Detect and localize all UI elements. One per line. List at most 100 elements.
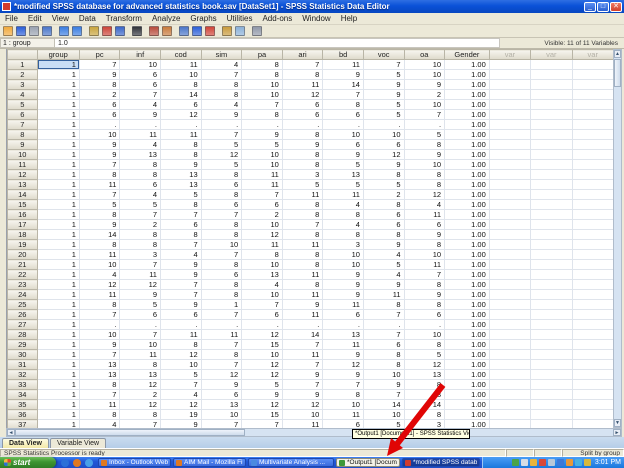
column-header-pc[interactable]: pc bbox=[79, 50, 120, 60]
cell-empty[interactable] bbox=[489, 400, 530, 410]
cell[interactable]: . bbox=[282, 320, 323, 330]
row-header[interactable]: 5 bbox=[8, 100, 38, 110]
cell[interactable]: 9 bbox=[242, 130, 283, 140]
cell[interactable]: 9 bbox=[79, 140, 120, 150]
cell[interactable]: 8 bbox=[363, 300, 404, 310]
column-header-oa[interactable]: oa bbox=[404, 50, 445, 60]
cell[interactable]: 1.00 bbox=[445, 360, 490, 370]
row-header[interactable]: 18 bbox=[8, 230, 38, 240]
cell[interactable]: 13 bbox=[404, 370, 445, 380]
cell[interactable]: 1 bbox=[37, 380, 79, 390]
tray-icon[interactable] bbox=[512, 459, 519, 466]
cell[interactable]: 7 bbox=[242, 300, 283, 310]
cell[interactable]: 1 bbox=[37, 190, 79, 200]
row-header[interactable]: 36 bbox=[8, 410, 38, 420]
cell-empty[interactable] bbox=[572, 340, 614, 350]
cell-empty[interactable] bbox=[489, 350, 530, 360]
cell-empty[interactable] bbox=[572, 200, 614, 210]
cell[interactable]: 7 bbox=[160, 240, 201, 250]
cell[interactable]: 9 bbox=[160, 160, 201, 170]
cell[interactable]: 6 bbox=[404, 310, 445, 320]
cell[interactable]: 11 bbox=[282, 420, 323, 429]
cell[interactable]: 6 bbox=[201, 200, 242, 210]
cell[interactable]: 8 bbox=[201, 230, 242, 240]
tray-icon[interactable] bbox=[566, 459, 573, 466]
cell[interactable]: 15 bbox=[242, 340, 283, 350]
cell[interactable]: 6 bbox=[242, 200, 283, 210]
cell[interactable]: 1.00 bbox=[445, 130, 490, 140]
cell[interactable]: 9 bbox=[323, 280, 364, 290]
cell[interactable]: 8 bbox=[201, 190, 242, 200]
cell[interactable]: 4 bbox=[160, 390, 201, 400]
cell[interactable]: 9 bbox=[323, 270, 364, 280]
cell[interactable]: 11 bbox=[120, 130, 161, 140]
column-header-bd[interactable]: bd bbox=[323, 50, 364, 60]
cell[interactable]: 6 bbox=[363, 140, 404, 150]
row-header[interactable]: 27 bbox=[8, 320, 38, 330]
cell[interactable]: 1 bbox=[37, 400, 79, 410]
cell[interactable]: 1.00 bbox=[445, 420, 490, 429]
cell[interactable]: 1.00 bbox=[445, 300, 490, 310]
cell[interactable]: 7 bbox=[120, 210, 161, 220]
cell[interactable]: 11 bbox=[323, 190, 364, 200]
cell[interactable]: 12 bbox=[242, 330, 283, 340]
cell[interactable]: 1.00 bbox=[445, 330, 490, 340]
cell[interactable]: 1 bbox=[37, 130, 79, 140]
cell[interactable]: 6 bbox=[120, 310, 161, 320]
cell[interactable]: 5 bbox=[363, 70, 404, 80]
cell[interactable]: 4 bbox=[201, 60, 242, 70]
cell[interactable]: 9 bbox=[404, 290, 445, 300]
cell[interactable]: 7 bbox=[363, 60, 404, 70]
cell[interactable]: 1 bbox=[37, 350, 79, 360]
cell[interactable]: 11 bbox=[120, 350, 161, 360]
cell[interactable]: 14 bbox=[404, 400, 445, 410]
cell[interactable]: 6 bbox=[323, 140, 364, 150]
cell[interactable]: 9 bbox=[404, 80, 445, 90]
cell[interactable]: 2 bbox=[363, 190, 404, 200]
cell-empty[interactable] bbox=[531, 110, 572, 120]
cell[interactable]: 1 bbox=[37, 200, 79, 210]
cell[interactable]: 4 bbox=[323, 220, 364, 230]
cell[interactable]: 4 bbox=[120, 100, 161, 110]
cell[interactable]: 9 bbox=[282, 370, 323, 380]
cell[interactable]: 5 bbox=[404, 350, 445, 360]
cell-empty[interactable] bbox=[489, 120, 530, 130]
cell[interactable]: 1 bbox=[37, 410, 79, 420]
column-header-sim[interactable]: sim bbox=[201, 50, 242, 60]
cell-empty[interactable] bbox=[531, 220, 572, 230]
taskbar-button[interactable]: Inbox - Outlook Web ... bbox=[98, 458, 171, 467]
cell[interactable]: 11 bbox=[282, 190, 323, 200]
scroll-left-icon[interactable]: ◄ bbox=[7, 429, 15, 436]
cell[interactable]: 8 bbox=[79, 410, 120, 420]
cell[interactable]: 12 bbox=[282, 400, 323, 410]
cell-empty[interactable] bbox=[489, 160, 530, 170]
cell[interactable]: 11 bbox=[160, 60, 201, 70]
cell[interactable]: . bbox=[79, 320, 120, 330]
cell[interactable]: 5 bbox=[160, 370, 201, 380]
cell[interactable]: 1.00 bbox=[445, 270, 490, 280]
cell[interactable]: 1 bbox=[37, 90, 79, 100]
cell[interactable]: 5 bbox=[79, 200, 120, 210]
cell[interactable]: 10 bbox=[323, 130, 364, 140]
cell[interactable]: 2 bbox=[404, 90, 445, 100]
cell[interactable]: 8 bbox=[363, 350, 404, 360]
cell[interactable]: 11 bbox=[323, 340, 364, 350]
corner-cell[interactable] bbox=[8, 50, 38, 60]
menu-item-edit[interactable]: Edit bbox=[23, 14, 47, 23]
cell[interactable]: 10 bbox=[201, 410, 242, 420]
cell[interactable]: 11 bbox=[404, 210, 445, 220]
menu-item-analyze[interactable]: Analyze bbox=[147, 14, 185, 23]
cell[interactable]: 7 bbox=[79, 60, 120, 70]
cell[interactable]: 12 bbox=[120, 380, 161, 390]
cell[interactable]: 7 bbox=[201, 420, 242, 429]
row-header[interactable]: 17 bbox=[8, 220, 38, 230]
cell-empty[interactable] bbox=[489, 330, 530, 340]
cell[interactable]: 7 bbox=[120, 260, 161, 270]
cell[interactable]: 8 bbox=[323, 100, 364, 110]
cell[interactable]: 5 bbox=[363, 100, 404, 110]
cell[interactable]: 1 bbox=[37, 300, 79, 310]
taskbar-button[interactable]: AIM Mail - Mozilla Fire... bbox=[173, 458, 246, 467]
cell[interactable]: 3 bbox=[282, 170, 323, 180]
cell-empty[interactable] bbox=[572, 250, 614, 260]
taskbar-button[interactable]: *Output1 [Document... bbox=[336, 458, 400, 467]
